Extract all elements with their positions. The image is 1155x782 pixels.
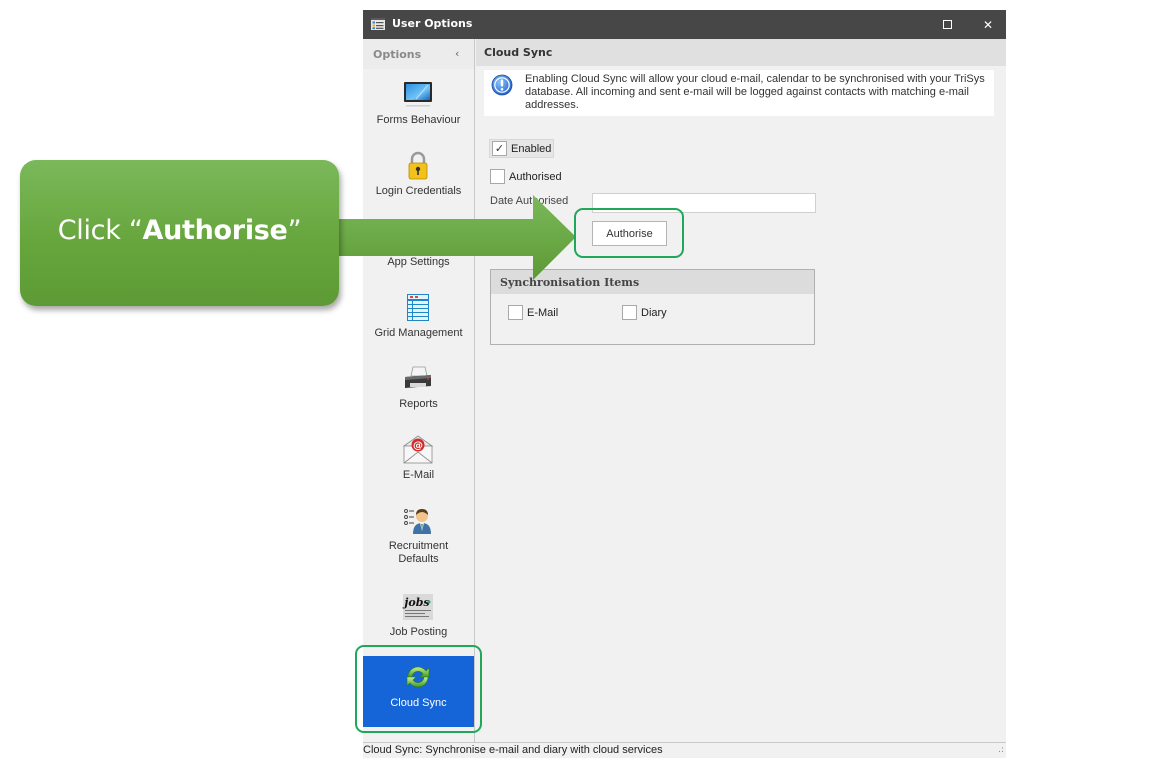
checkbox-box[interactable]: ✓ xyxy=(492,141,507,156)
panel-header: Cloud Sync xyxy=(476,39,1006,66)
pointer-arrow xyxy=(338,195,576,280)
jobs-newspaper-icon: jobs xyxy=(402,594,433,620)
checkbox-label: Authorised xyxy=(509,170,562,183)
instruction-emphasis: Authorise xyxy=(142,215,288,246)
authorised-checkbox[interactable]: Authorised xyxy=(490,169,562,184)
checkbox-label: E-Mail xyxy=(527,306,559,319)
checkbox-label: Diary xyxy=(641,306,667,319)
checkbox-label: Enabled xyxy=(511,142,552,155)
instruction-prefix: Click “ xyxy=(57,215,143,246)
printer-icon xyxy=(405,366,431,388)
sidebar-item-label: Reports xyxy=(399,398,438,410)
close-button[interactable]: ✕ xyxy=(970,10,1006,39)
synchronisation-items-group: Synchronisation Items E-Mail Diary xyxy=(490,269,815,345)
info-message: Enabling Cloud Sync will allow your clou… xyxy=(484,70,994,116)
sidebar-item-label: E-Mail xyxy=(402,469,435,481)
svg-text:jobs: jobs xyxy=(402,596,429,609)
sidebar-item-recruitment-defaults[interactable]: Recruitment Defaults xyxy=(363,499,474,584)
recruiter-icon xyxy=(404,509,431,534)
email-sync-checkbox[interactable]: E-Mail xyxy=(508,305,558,320)
sidebar-item-job-posting[interactable]: jobs Job Posting xyxy=(363,585,474,656)
user-options-window: User Options ✕ Options ‹ Forms Behaviour xyxy=(363,10,1006,758)
info-exclamation-icon xyxy=(491,74,513,96)
panel-title: Cloud Sync xyxy=(484,46,553,59)
checkbox-box[interactable] xyxy=(490,169,505,184)
sync-arrows-icon xyxy=(406,666,430,688)
checkbox-box[interactable] xyxy=(622,305,637,320)
sidebar-item-reports[interactable]: Reports xyxy=(363,357,474,428)
diary-sync-checkbox[interactable]: Diary xyxy=(622,305,667,320)
sidebar-item-label: Forms Behaviour xyxy=(376,114,461,126)
title-bar[interactable]: User Options ✕ xyxy=(363,10,1006,39)
svg-text:@: @ xyxy=(413,441,423,452)
sidebar-item-forms-behaviour[interactable]: Forms Behaviour xyxy=(363,73,474,144)
window-title: User Options xyxy=(392,17,473,30)
grid-icon xyxy=(407,294,429,321)
close-icon: ✕ xyxy=(982,17,994,32)
maximize-button[interactable] xyxy=(929,10,965,39)
sidebar-item-label: Job Posting xyxy=(389,626,448,638)
instruction-suffix: ” xyxy=(287,215,302,246)
status-text: Cloud Sync: Synchronise e-mail and diary… xyxy=(363,744,663,756)
monitor-icon xyxy=(404,82,432,107)
options-sidebar: Options ‹ Forms Behaviour Login Credenti… xyxy=(363,39,475,742)
resize-grip-icon[interactable]: .: xyxy=(998,745,1004,755)
padlock-icon xyxy=(408,151,428,180)
enabled-checkbox[interactable]: ✓ Enabled xyxy=(489,139,555,158)
options-list-icon xyxy=(371,18,385,30)
sidebar-item-label: Recruitment Defaults xyxy=(388,540,449,565)
sidebar-header: Options ‹ xyxy=(363,39,474,69)
sidebar-item-grid-management[interactable]: Grid Management xyxy=(363,286,474,357)
cloud-sync-panel: Cloud Sync Enabling Cloud Sync will allo… xyxy=(476,39,1006,742)
instruction-callout: Click “Authorise” xyxy=(20,160,339,306)
status-bar: Cloud Sync: Synchronise e-mail and diary… xyxy=(363,742,1006,758)
authorise-button[interactable]: Authorise xyxy=(592,221,667,246)
sidebar-title: Options xyxy=(373,48,422,61)
collapse-sidebar-icon[interactable]: ‹ xyxy=(455,47,459,60)
maximize-icon xyxy=(942,20,952,29)
info-text: Enabling Cloud Sync will allow your clou… xyxy=(525,73,985,111)
sidebar-item-cloud-sync[interactable]: Cloud Sync xyxy=(363,656,474,727)
date-authorised-field[interactable] xyxy=(592,193,816,213)
sidebar-item-label: Grid Management xyxy=(374,327,463,339)
sidebar-item-label: Cloud Sync xyxy=(390,697,447,709)
envelope-icon: @ xyxy=(402,435,434,464)
instruction-text: Click “Authorise” xyxy=(20,215,339,246)
checkbox-box[interactable] xyxy=(508,305,523,320)
sidebar-item-email[interactable]: @ E-Mail xyxy=(363,428,474,499)
